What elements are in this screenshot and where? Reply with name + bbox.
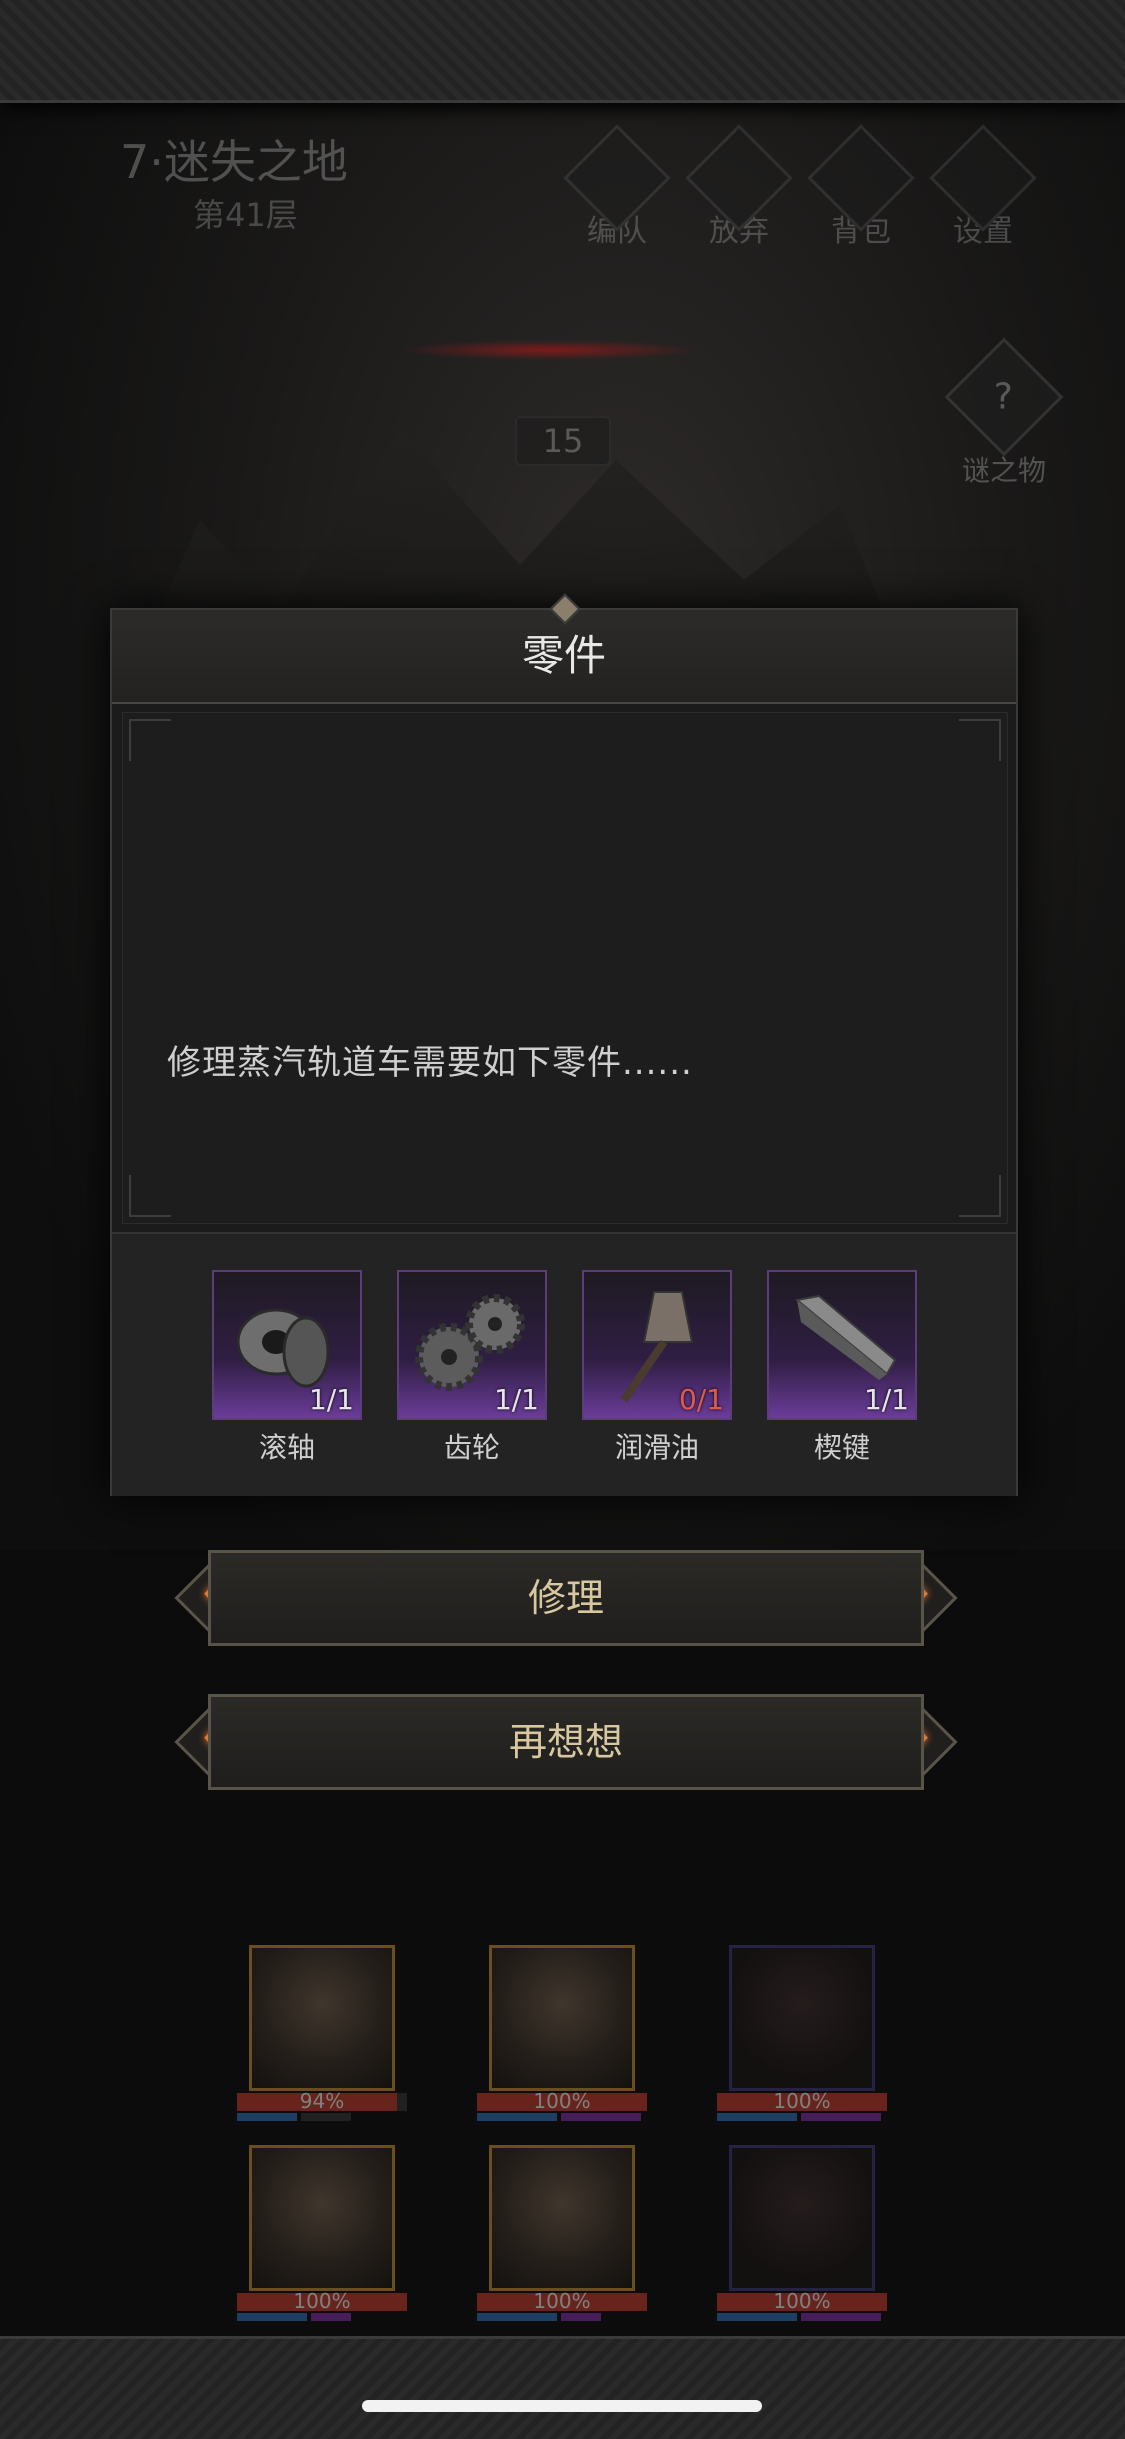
hero-portrait xyxy=(729,1945,875,2091)
part-name: 滚轴 xyxy=(258,1431,315,1464)
hero-energy-bar xyxy=(237,2113,407,2121)
hero-hp-text: 100% xyxy=(533,2089,591,2113)
part-count: 1/1 xyxy=(308,1383,354,1416)
part-count: 1/1 xyxy=(493,1383,539,1416)
corner-ornament xyxy=(129,1175,171,1217)
hero-portrait xyxy=(249,1945,395,2091)
level-title: 7·迷失之地 xyxy=(120,135,348,189)
hero-hp-bar: 94% xyxy=(237,2089,407,2113)
backpack-button[interactable]: 背包 xyxy=(806,124,916,250)
hero-hp-text: 100% xyxy=(773,2289,831,2313)
hero-card[interactable]: 100% xyxy=(717,1945,887,2121)
part-item-bearing[interactable]: 1/1 滚轴 xyxy=(212,1270,362,1466)
corner-ornament xyxy=(959,719,1001,761)
hero-portrait xyxy=(489,1945,635,2091)
hero-card[interactable]: 100% xyxy=(237,2145,407,2321)
bottom-ornate-frame xyxy=(0,2336,1125,2439)
part-name: 楔键 xyxy=(813,1431,870,1464)
corner-ornament xyxy=(129,719,171,761)
hero-card[interactable]: 94% xyxy=(237,1945,407,2121)
hero-hp-text: 94% xyxy=(299,2089,345,2113)
dialog-body: 修理蒸汽轨道车需要如下零件...... xyxy=(122,712,1008,1224)
hero-energy-bar xyxy=(717,2113,887,2121)
hero-portrait xyxy=(729,2145,875,2291)
red-glow xyxy=(400,340,700,360)
part-slot: 1/1 xyxy=(767,1270,917,1420)
hero-hp-text: 100% xyxy=(773,2089,831,2113)
part-slot: 1/1 xyxy=(212,1270,362,1420)
hero-energy-bar xyxy=(717,2313,887,2321)
formation-button[interactable]: 编队 xyxy=(562,124,672,250)
part-item-lubricant[interactable]: 0/1 润滑油 xyxy=(582,1270,732,1466)
part-item-wedge-key[interactable]: 1/1 楔键 xyxy=(767,1270,917,1466)
corner-ornament xyxy=(959,1175,1001,1217)
hero-portrait xyxy=(249,2145,395,2291)
reconsider-label: 再想想 xyxy=(208,1694,924,1790)
part-name: 润滑油 xyxy=(614,1431,699,1464)
top-ornate-frame xyxy=(0,0,1125,103)
hero-hp-text: 100% xyxy=(533,2289,591,2313)
part-slot: 1/1 xyxy=(397,1270,547,1420)
question-icon: ? xyxy=(944,337,1064,457)
hero-hp-bar: 100% xyxy=(717,2089,887,2113)
hero-card[interactable]: 100% xyxy=(477,2145,647,2321)
part-slot: 0/1 xyxy=(582,1270,732,1420)
part-count: 1/1 xyxy=(863,1383,909,1416)
part-item-gears[interactable]: 1/1 齿轮 xyxy=(397,1270,547,1466)
settings-button[interactable]: 设置 xyxy=(928,124,1038,250)
hero-hp-bar: 100% xyxy=(477,2089,647,2113)
hero-portrait xyxy=(489,2145,635,2291)
hero-energy-bar xyxy=(237,2313,407,2321)
repair-button[interactable]: 修理 xyxy=(174,1550,958,1646)
abandon-button[interactable]: 放弃 xyxy=(684,124,794,250)
step-counter: 15 xyxy=(515,416,611,466)
parts-dialog: 零件 修理蒸汽轨道车需要如下零件...... 1/1 滚轴 1/1 齿轮 0/1… xyxy=(110,593,1018,1496)
hero-hp-text: 100% xyxy=(293,2289,351,2313)
hero-energy-bar xyxy=(477,2113,647,2121)
part-count: 0/1 xyxy=(678,1383,724,1416)
home-indicator[interactable] xyxy=(362,2400,762,2412)
mystery-object-button[interactable]: ? 谜之物 xyxy=(944,337,1064,489)
repair-label: 修理 xyxy=(208,1550,924,1646)
level-floor: 第41层 xyxy=(193,196,298,234)
hero-card[interactable]: 100% xyxy=(717,2145,887,2321)
part-name: 齿轮 xyxy=(443,1431,500,1464)
reconsider-button[interactable]: 再想想 xyxy=(174,1694,958,1790)
hero-hp-bar: 100% xyxy=(477,2289,647,2313)
hero-hp-bar: 100% xyxy=(717,2289,887,2313)
dialog-message: 修理蒸汽轨道车需要如下零件...... xyxy=(167,1043,693,1083)
hero-energy-bar xyxy=(477,2313,647,2321)
hero-hp-bar: 100% xyxy=(237,2289,407,2313)
hero-card[interactable]: 100% xyxy=(477,1945,647,2121)
